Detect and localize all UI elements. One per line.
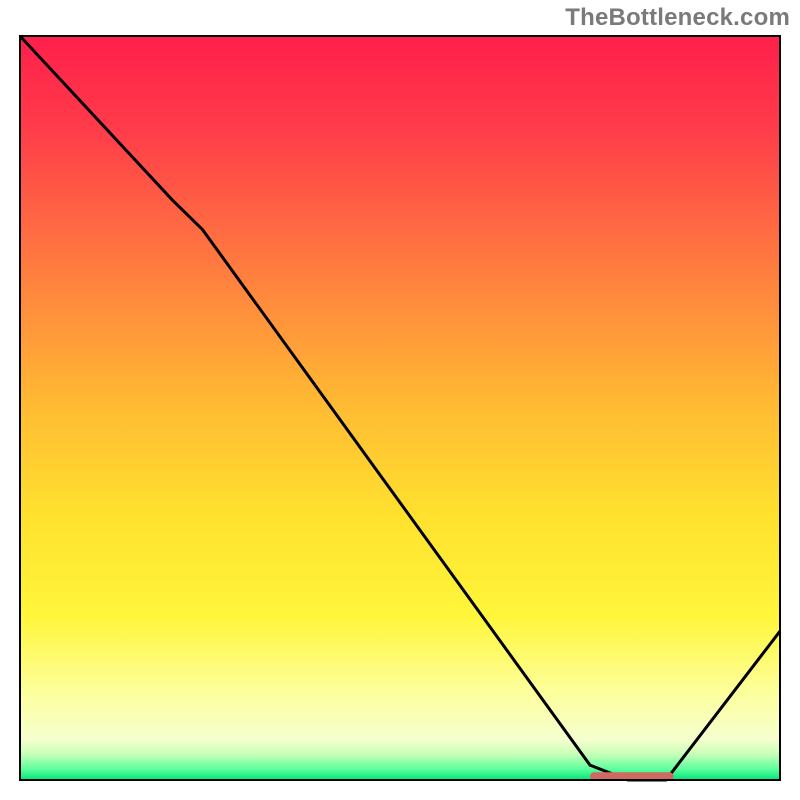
watermark-text: TheBottleneck.com [565, 4, 790, 32]
chart-container: TheBottleneck.com [0, 0, 800, 800]
gradient-background [20, 36, 780, 780]
bottleneck-chart [0, 0, 800, 800]
